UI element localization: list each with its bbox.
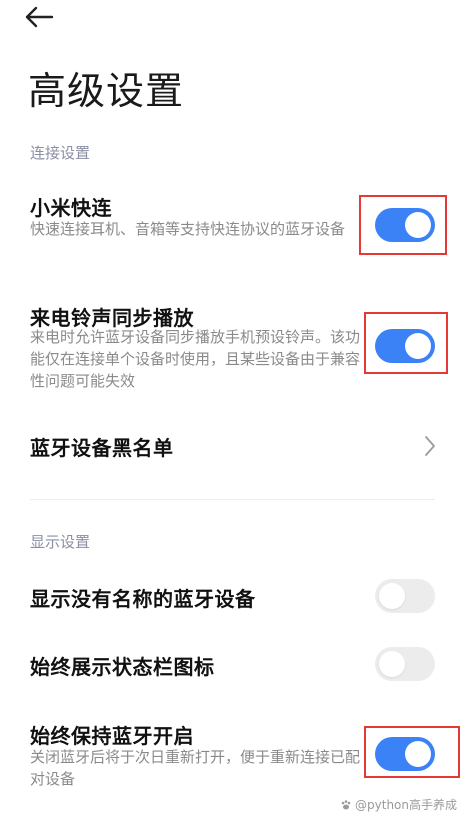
section-header-display: 显示设置	[30, 533, 91, 551]
keep-on-toggle[interactable]	[375, 737, 435, 771]
setting-description: 快速连接耳机、音箱等支持快连协议的蓝牙设备	[30, 220, 346, 238]
advanced-settings-page: 高级设置 连接设置 小米快连 快速连接耳机、音箱等支持快连协议的蓝牙设备 来电铃…	[0, 0, 465, 821]
setting-title: 蓝牙设备黑名单	[30, 436, 174, 460]
setting-title: 始终保持蓝牙开启	[30, 724, 194, 748]
back-button[interactable]	[24, 2, 60, 32]
toggle-knob	[379, 651, 405, 677]
watermark-text: @python高手养成	[355, 798, 457, 812]
toggle-knob	[405, 212, 431, 238]
setting-title: 显示没有名称的蓝牙设备	[30, 587, 256, 611]
back-arrow-icon	[25, 6, 54, 28]
toggle-knob	[405, 741, 431, 767]
chevron-right-icon	[425, 436, 435, 456]
page-title: 高级设置	[28, 69, 185, 113]
section-header-connection: 连接设置	[30, 144, 91, 162]
toggle-knob	[405, 333, 431, 359]
ringtone-sync-toggle[interactable]	[375, 329, 435, 363]
toggle-knob	[379, 583, 405, 609]
mi-quick-connect-toggle[interactable]	[375, 208, 435, 242]
setting-description: 来电时允许蓝牙设备同步播放手机预设铃声。该功能仅在连接单个设备时使用，且某些设备…	[30, 328, 361, 390]
setting-row-blacklist[interactable]: 蓝牙设备黑名单	[0, 420, 465, 470]
section-divider	[30, 499, 435, 500]
paw-icon	[341, 799, 351, 809]
setting-title: 始终展示状态栏图标	[30, 655, 215, 679]
setting-description: 关闭蓝牙后将于次日重新打开，便于重新连接已配对设备	[30, 748, 361, 788]
status-bar-icon-toggle[interactable]	[375, 647, 435, 681]
show-unnamed-toggle[interactable]	[375, 579, 435, 613]
watermark: @python高手养成	[340, 796, 457, 813]
setting-title: 小米快连	[30, 196, 112, 220]
